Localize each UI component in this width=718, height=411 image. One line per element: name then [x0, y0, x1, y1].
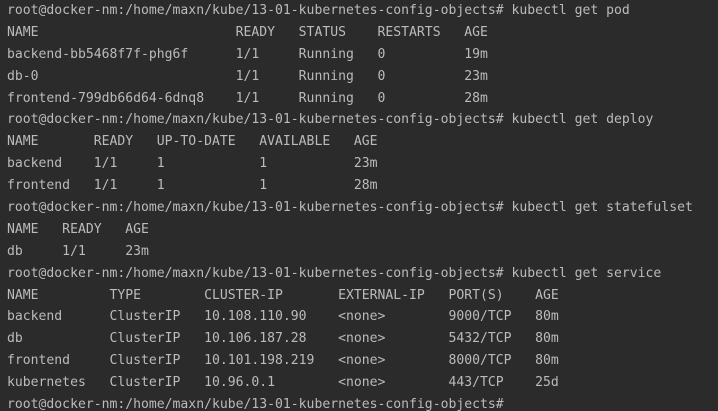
output-line: db ClusterIP 10.106.187.28 <none> 5432/T… [7, 331, 559, 347]
shell-prompt: root@docker-nm:/home/maxn/kube/13-01-kub… [7, 265, 504, 281]
output-line: NAME READY STATUS RESTARTS AGE [7, 24, 488, 40]
prompt-line: root@docker-nm:/home/maxn/kube/13-01-kub… [7, 197, 718, 219]
prompt-separator [504, 112, 512, 127]
output-line: frontend ClusterIP 10.101.198.219 <none>… [7, 353, 559, 369]
shell-prompt: root@docker-nm:/home/maxn/kube/13-01-kub… [7, 3, 504, 18]
output-line: NAME TYPE CLUSTER-IP EXTERNAL-IP PORT(S)… [7, 287, 559, 303]
output-line: NAME READY AGE [7, 221, 149, 237]
prompt-line: root@docker-nm:/home/maxn/kube/13-01-kub… [7, 0, 718, 22]
shell-prompt: root@docker-nm:/home/maxn/kube/13-01-kub… [7, 397, 504, 411]
output-line: frontend 1/1 1 1 28m [7, 178, 378, 194]
shell-prompt: root@docker-nm:/home/maxn/kube/13-01-kub… [7, 200, 504, 216]
command-text: kubectl get statefulset [511, 200, 693, 216]
terminal-output[interactable]: root@docker-nm:/home/maxn/kube/13-01-kub… [0, 0, 718, 411]
output-line: db 1/1 23m [7, 243, 149, 259]
prompt-line: root@docker-nm:/home/maxn/kube/13-01-kub… [7, 263, 718, 285]
command-text: kubectl get deploy [511, 112, 654, 128]
output-line: backend-bb5468f7f-phg6f 1/1 Running 0 19… [7, 46, 488, 62]
command-text: kubectl get pod [511, 3, 630, 18]
prompt-separator [504, 397, 512, 411]
output-line: db-0 1/1 Running 0 23m [7, 68, 488, 84]
prompt-separator [504, 266, 512, 281]
output-line: kubernetes ClusterIP 10.96.0.1 <none> 44… [7, 375, 559, 391]
output-line: NAME READY UP-TO-DATE AVAILABLE AGE [7, 134, 378, 150]
command-text: kubectl get service [511, 265, 662, 281]
prompt-separator [504, 3, 512, 18]
prompt-separator [504, 200, 512, 215]
shell-prompt: root@docker-nm:/home/maxn/kube/13-01-kub… [7, 112, 504, 128]
prompt-line: root@docker-nm:/home/maxn/kube/13-01-kub… [7, 109, 718, 131]
output-line: backend ClusterIP 10.108.110.90 <none> 9… [7, 309, 559, 325]
output-line: frontend-799db66d64-6dnq8 1/1 Running 0 … [7, 90, 488, 106]
prompt-line: root@docker-nm:/home/maxn/kube/13-01-kub… [7, 394, 718, 411]
output-line: backend 1/1 1 1 23m [7, 156, 378, 172]
